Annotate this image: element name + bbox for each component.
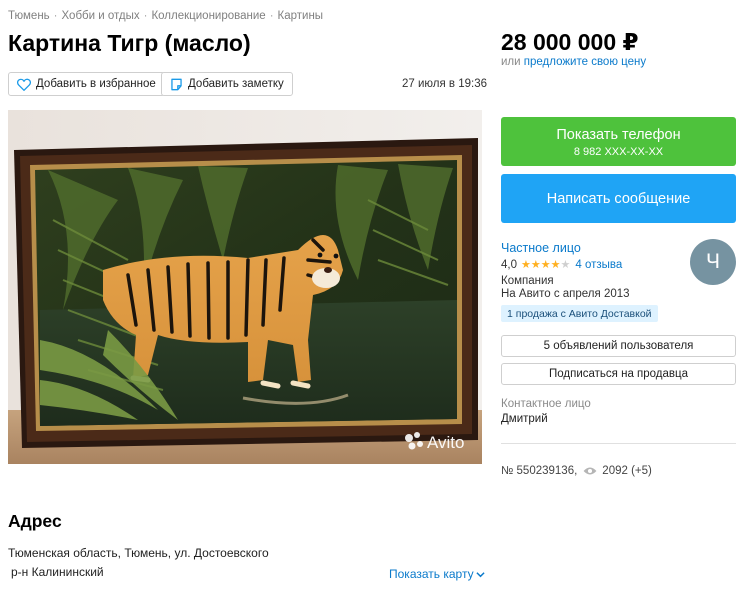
- breadcrumb-separator: ·: [143, 10, 148, 22]
- posted-date: 27 июля в 19:36: [402, 78, 487, 90]
- tiger-painting-image: Avito: [8, 110, 482, 464]
- show-map-label: Показать карту: [389, 567, 474, 581]
- contact-person-name: Дмитрий: [501, 413, 548, 425]
- price-offer: или предложите свою цену: [501, 56, 646, 68]
- breadcrumb-item-hobby[interactable]: Хобби и отдых: [62, 10, 140, 22]
- breadcrumb-separator: ·: [53, 10, 58, 22]
- price: 28 000 000 ₽: [501, 29, 639, 55]
- rating-stars: ★★★★★: [521, 258, 570, 271]
- star-icon: ★: [550, 259, 561, 271]
- write-message-button[interactable]: Написать сообщение: [501, 174, 736, 223]
- add-note-button[interactable]: Добавить заметку: [161, 72, 293, 96]
- delivery-badge: 1 продажа с Авито Доставкой: [501, 305, 658, 322]
- chevron-down-icon: [475, 571, 485, 577]
- star-icon: ★: [540, 259, 551, 271]
- divider: [501, 443, 736, 444]
- seller-type: Компания: [501, 275, 554, 287]
- ad-views: 2092 (+5): [602, 465, 652, 477]
- seller-since: На Авито с апреля 2013: [501, 288, 630, 300]
- seller-rating: 4,0 ★★★★★ 4 отзыва: [501, 258, 622, 272]
- rating-value: 4,0: [501, 258, 517, 271]
- show-phone-button[interactable]: Показать телефон 8 982 XXX-XX-XX: [501, 117, 736, 166]
- subscribe-seller-button[interactable]: Подписаться на продавца: [501, 363, 736, 385]
- watermark-text: Avito: [427, 433, 465, 452]
- add-to-favorites-button[interactable]: Добавить в избранное: [8, 72, 165, 96]
- listing-photo[interactable]: Avito: [8, 110, 482, 464]
- breadcrumb-item-city[interactable]: Тюмень: [8, 10, 50, 22]
- page-title: Картина Тигр (масло): [8, 30, 251, 56]
- address-line: Тюменская область, Тюмень, ул. Достоевск…: [8, 546, 269, 560]
- breadcrumb: Тюмень · Хобби и отдых · Коллекционирование ·…: [8, 10, 323, 22]
- breadcrumb-item-paintings[interactable]: Картины: [278, 10, 324, 22]
- address-heading: Адрес: [8, 511, 62, 531]
- phone-masked: 8 982 XXX-XX-XX: [573, 146, 664, 158]
- show-map-link[interactable]: Показать карту: [389, 567, 485, 581]
- address-district: р-н Калининский: [11, 565, 104, 579]
- heart-icon: [17, 78, 31, 91]
- show-phone-label: Показать телефон: [556, 127, 681, 143]
- price-or-text: или: [501, 56, 521, 68]
- eye-icon: [583, 467, 597, 475]
- star-empty-icon: ★: [560, 259, 571, 271]
- add-to-favorites-label: Добавить в избранное: [36, 78, 156, 90]
- star-icon: ★: [530, 259, 541, 271]
- ad-number: № 550239136,: [501, 465, 578, 477]
- ad-meta: № 550239136, 2092 (+5): [501, 465, 652, 477]
- avatar[interactable]: Ч: [690, 239, 736, 285]
- seller-name-link[interactable]: Частное лицо: [501, 241, 581, 255]
- note-icon: [171, 78, 182, 90]
- offer-price-link[interactable]: предложите свою цену: [524, 56, 646, 68]
- breadcrumb-separator: ·: [269, 10, 274, 22]
- reviews-link[interactable]: 4 отзыва: [575, 259, 622, 271]
- user-listings-button[interactable]: 5 объявлений пользователя: [501, 335, 736, 357]
- star-icon: ★: [521, 259, 531, 271]
- breadcrumb-item-collecting[interactable]: Коллекционирование: [151, 10, 265, 22]
- add-note-label: Добавить заметку: [188, 78, 284, 90]
- contact-person-label: Контактное лицо: [501, 398, 591, 410]
